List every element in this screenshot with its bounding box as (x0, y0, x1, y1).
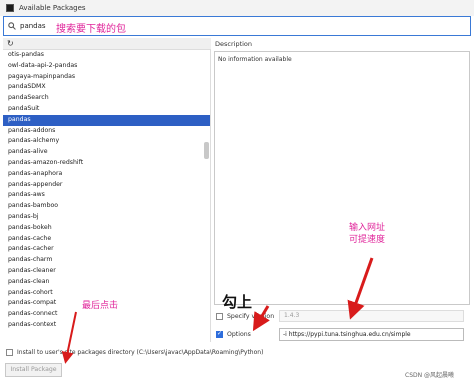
package-item[interactable]: pandas-cacher (3, 244, 210, 255)
annotation-url-hint: 输入网址 可提速度 (349, 222, 385, 246)
package-item[interactable]: pandas-appender (3, 180, 210, 191)
package-item[interactable]: pandas-context (3, 320, 210, 331)
package-item[interactable]: pandas-bamboo (3, 201, 210, 212)
description-label: Description (215, 40, 253, 48)
specify-version-label: Specify version (227, 312, 275, 320)
search-input[interactable] (20, 22, 60, 30)
package-item[interactable]: pandas-aws (3, 190, 210, 201)
package-item[interactable]: pandas-cohort (3, 288, 210, 299)
package-item[interactable]: pandas-addons (3, 126, 210, 137)
install-package-button[interactable]: Install Package (5, 363, 62, 377)
package-item[interactable]: otis-pandas (3, 50, 210, 61)
package-item[interactable]: pandaSDMX (3, 82, 210, 93)
annotation-url-line2: 可提速度 (349, 235, 386, 245)
annotation-install-hint: 最后点击 (82, 301, 119, 311)
package-item[interactable]: pandas-alchemy (3, 136, 210, 147)
search-icon (8, 22, 16, 30)
package-item[interactable]: pandas-amazon-redshift (3, 158, 210, 169)
package-item[interactable]: pandas (3, 114, 210, 126)
package-item[interactable]: pandaSuit (3, 104, 210, 115)
package-item[interactable]: pandas-cache (3, 234, 210, 245)
description-panel: Description No information available (214, 38, 471, 306)
site-packages-label: Install to user's site packages director… (17, 348, 264, 356)
package-item[interactable]: pandaSearch (3, 93, 210, 104)
site-packages-checkbox[interactable] (6, 348, 13, 356)
options-label: Options (227, 330, 251, 338)
package-item[interactable]: pagaya-mapinpandas (3, 72, 210, 83)
list-toolbar: ↻ (3, 38, 211, 50)
package-item[interactable]: pandas-anaphora (3, 169, 210, 180)
description-box: No information available (214, 51, 470, 305)
title-bar: Available Packages (0, 0, 474, 16)
package-item[interactable]: pandas-bokeh (3, 223, 210, 234)
package-item[interactable]: pandas-charm (3, 255, 210, 266)
package-item[interactable]: pandas-bj (3, 212, 210, 223)
description-text: No information available (218, 56, 292, 63)
refresh-icon[interactable]: ↻ (7, 39, 14, 48)
package-item[interactable]: pandas-cleaner (3, 266, 210, 277)
package-item[interactable]: owl-data-api-2-pandas (3, 61, 210, 72)
watermark: CSDN @风起晨曦 (405, 372, 455, 379)
specify-version-checkbox[interactable] (216, 312, 223, 320)
package-item[interactable]: pandas-clean (3, 277, 210, 288)
annotation-url-line1: 输入网址 (349, 223, 386, 233)
options-row: ✓ Options (216, 327, 251, 341)
window-title: Available Packages (19, 4, 86, 12)
options-checkbox[interactable]: ✓ (216, 330, 223, 338)
version-select[interactable]: 1.4.3 (279, 310, 464, 322)
options-input[interactable] (279, 328, 464, 341)
specify-version-row: Specify version (216, 309, 274, 323)
annotation-search-hint: 搜索要下载的包 (56, 24, 126, 35)
package-item[interactable]: pandas-alive (3, 147, 210, 158)
scrollbar-thumb[interactable] (204, 142, 209, 159)
site-packages-row: Install to user's site packages director… (6, 347, 263, 357)
app-icon (6, 4, 14, 12)
